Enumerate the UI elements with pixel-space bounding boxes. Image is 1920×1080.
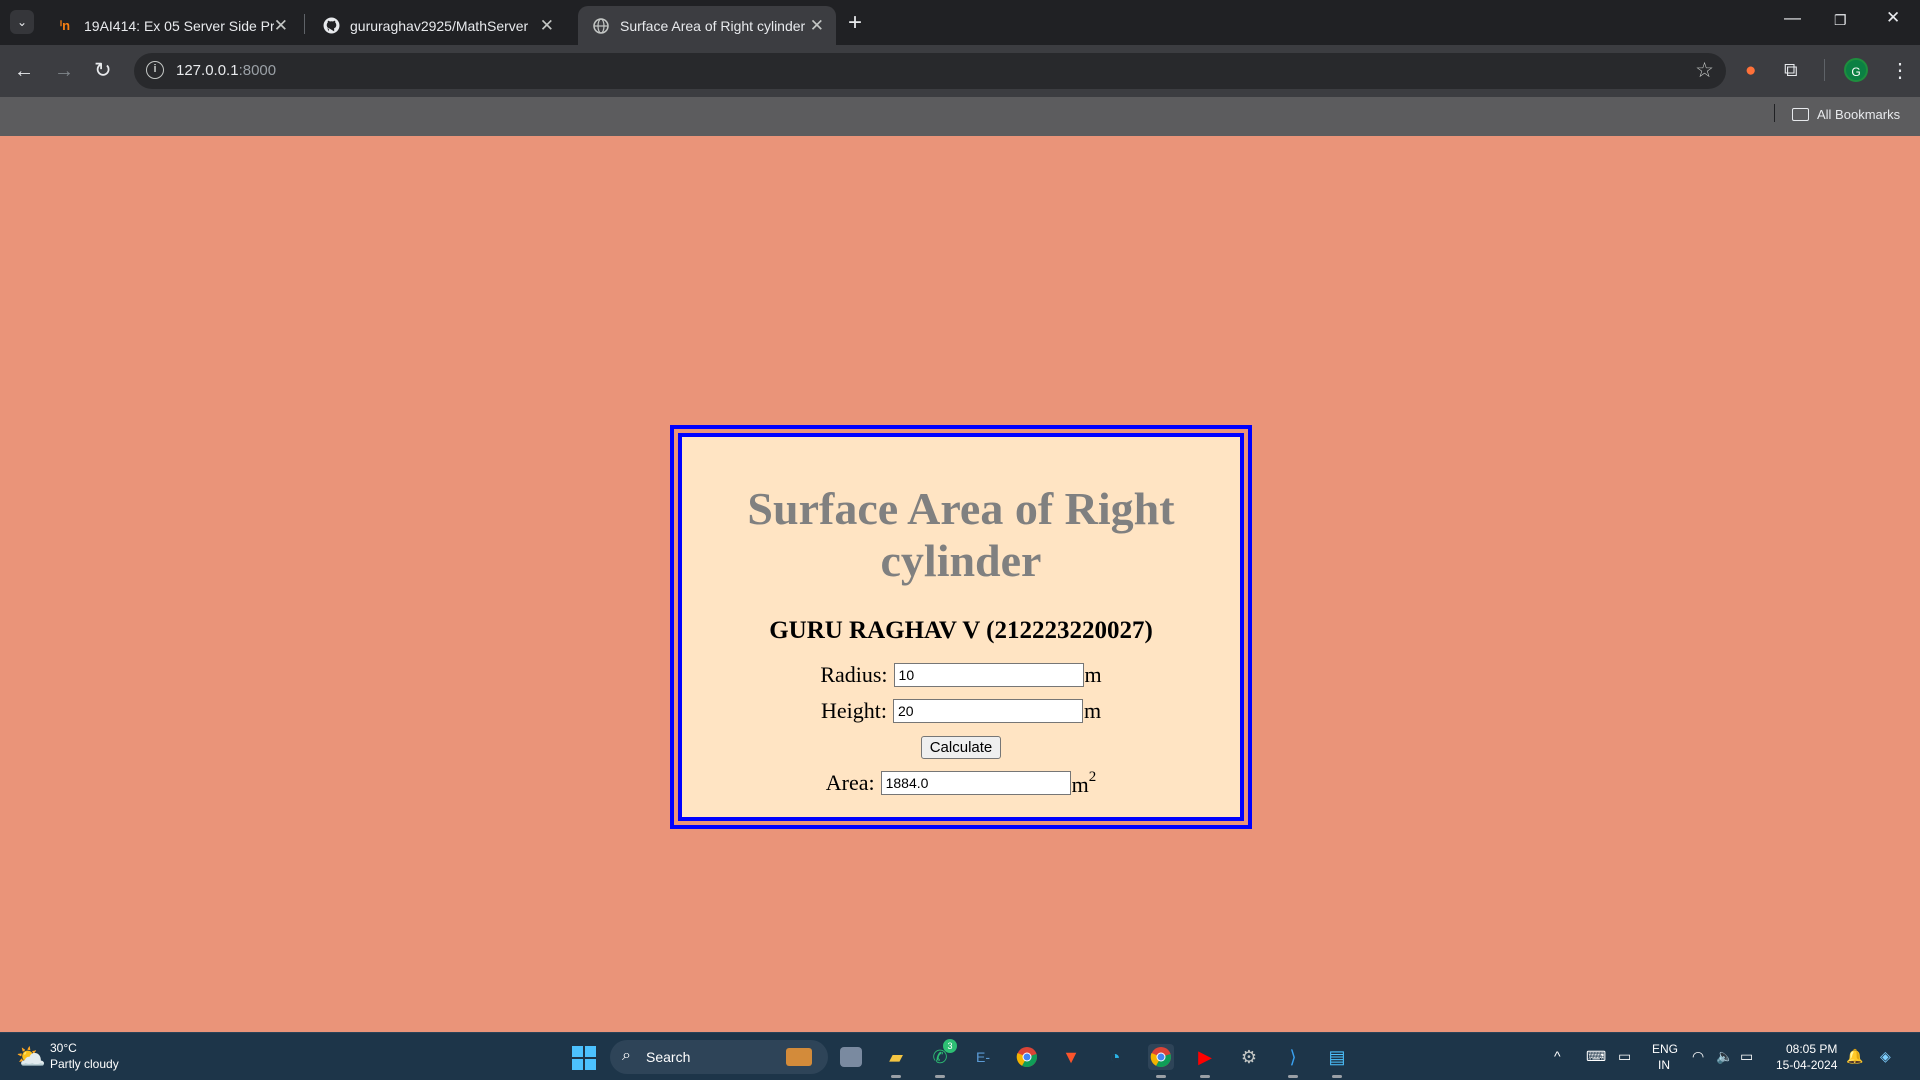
- file-explorer-icon[interactable]: ▰: [883, 1044, 909, 1078]
- area-output[interactable]: [880, 771, 1071, 795]
- profile-avatar[interactable]: G: [1844, 58, 1868, 82]
- tab-github[interactable]: gururaghav2925/MathServer ✕: [308, 6, 566, 45]
- volume-icon[interactable]: 🔈: [1716, 1048, 1733, 1065]
- notepad-icon[interactable]: ▤: [1324, 1044, 1350, 1078]
- tab-title: 19AI414: Ex 05 Server Side Proc: [84, 17, 274, 34]
- battery-icon[interactable]: ▭: [1740, 1048, 1753, 1065]
- radius-input[interactable]: [893, 663, 1084, 687]
- close-icon[interactable]: ✕: [810, 16, 824, 36]
- page-title: Surface Area of Right cylinder: [747, 483, 1175, 586]
- tab-surface-area[interactable]: Surface Area of Right cylinder ✕: [578, 6, 836, 45]
- clock-time[interactable]: 08:05 PM: [1786, 1042, 1837, 1056]
- globe-icon: [592, 17, 610, 35]
- notification-bell-icon[interactable]: 🔔: [1846, 1048, 1863, 1065]
- keyboard-icon[interactable]: ⌨: [1586, 1048, 1606, 1065]
- close-window-icon[interactable]: ✕: [1886, 8, 1900, 28]
- windows-taskbar: ⛅ 30°C Partly cloudy ⌕ Search ▰ ✆ 3 E- ▼ …: [0, 1032, 1920, 1080]
- language-indicator[interactable]: ENG: [1652, 1042, 1678, 1056]
- browser-toolbar: ← → ↻ i 127.0.0.1:8000 ☆ ● ⧉ G ⋮: [0, 45, 1920, 97]
- all-bookmarks-label: All Bookmarks: [1817, 107, 1901, 122]
- close-icon[interactable]: ✕: [274, 16, 288, 36]
- calculator-card-outer: Surface Area of Right cylinder GURU RAGH…: [670, 425, 1252, 829]
- toolbar-divider: [1824, 59, 1825, 81]
- moodle-icon: ⁱn: [59, 17, 71, 33]
- search-highlight-icon: [786, 1048, 812, 1066]
- forward-arrow-icon[interactable]: →: [54, 58, 74, 84]
- puzzle-extensions-icon[interactable]: ⧉: [1784, 59, 1798, 83]
- search-icon: ⌕: [622, 1047, 631, 1064]
- task-view-icon[interactable]: [840, 1047, 862, 1067]
- address-port: :8000: [238, 62, 277, 79]
- whatsapp-icon[interactable]: ✆ 3: [927, 1039, 957, 1078]
- search-label: Search: [646, 1049, 691, 1065]
- form: Radius: m Height: m Calculate Area: m2: [682, 661, 1240, 797]
- area-row: Area: m2: [682, 769, 1240, 797]
- wifi-icon[interactable]: ◠: [1692, 1048, 1704, 1065]
- copilot-icon[interactable]: ◈: [1880, 1048, 1891, 1065]
- bookmarks-divider: [1774, 104, 1775, 122]
- address-host: 127.0.0.1: [176, 62, 239, 79]
- brave-icon[interactable]: ▼: [1058, 1044, 1084, 1070]
- weather-temp[interactable]: 30°C: [50, 1041, 77, 1055]
- settings-gear-icon[interactable]: ⚙: [1236, 1044, 1262, 1070]
- weather-desc[interactable]: Partly cloudy: [50, 1057, 119, 1071]
- weather-partly-cloudy-icon[interactable]: ⛅: [16, 1043, 46, 1072]
- calculator-card: Surface Area of Right cylinder GURU RAGH…: [678, 433, 1244, 821]
- area-label: Area:: [825, 770, 875, 795]
- tab-title: Surface Area of Right cylinder: [620, 17, 806, 34]
- new-tab-button[interactable]: +: [848, 9, 862, 37]
- menu-kebab-icon[interactable]: ⋮: [1890, 59, 1910, 83]
- app-icon[interactable]: E-: [970, 1044, 996, 1070]
- bookmarks-bar: All Bookmarks: [0, 97, 1920, 136]
- back-arrow-icon[interactable]: ←: [14, 58, 34, 84]
- height-label: Height:: [820, 698, 887, 723]
- tab-moodle[interactable]: ⁱn 19AI414: Ex 05 Server Side Proc ✕: [42, 6, 300, 45]
- button-row: Calculate: [682, 733, 1240, 761]
- github-icon: [322, 17, 340, 35]
- clock-date[interactable]: 15-04-2024: [1776, 1058, 1837, 1072]
- height-unit: m: [1083, 698, 1102, 723]
- student-name: GURU RAGHAV V (212223220027): [769, 617, 1153, 644]
- whatsapp-badge: 3: [943, 1039, 957, 1053]
- all-bookmarks-button[interactable]: All Bookmarks: [1792, 107, 1900, 122]
- tab-separator: [304, 14, 305, 34]
- edge-icon[interactable]: ◔: [1102, 1044, 1128, 1070]
- windows-start-icon[interactable]: [572, 1046, 596, 1070]
- height-row: Height: m: [682, 697, 1240, 725]
- tab-search-button[interactable]: ⌄: [10, 10, 34, 34]
- radius-unit: m: [1084, 662, 1102, 687]
- display-icon[interactable]: ▭: [1618, 1048, 1631, 1065]
- restore-icon[interactable]: ❐: [1834, 12, 1847, 29]
- chevron-up-icon[interactable]: ^: [1554, 1048, 1561, 1064]
- chrome-icon[interactable]: [1014, 1044, 1040, 1070]
- area-unit-exponent: 2: [1088, 768, 1097, 785]
- region-indicator[interactable]: IN: [1658, 1058, 1670, 1072]
- minimize-icon[interactable]: —: [1784, 8, 1801, 28]
- area-unit-base: m: [1071, 771, 1089, 797]
- tab-strip: ⌄ ⁱn 19AI414: Ex 05 Server Side Proc ✕ g…: [0, 0, 1920, 45]
- folder-icon: [1792, 108, 1809, 121]
- tab-title: gururaghav2925/MathServer: [350, 17, 529, 34]
- close-icon[interactable]: ✕: [540, 16, 554, 36]
- page-content: Surface Area of Right cylinder GURU RAGH…: [0, 136, 1920, 1032]
- radius-label: Radius:: [820, 662, 888, 687]
- calculate-button[interactable]: Calculate: [920, 735, 1002, 759]
- reload-icon[interactable]: ↻: [94, 58, 112, 84]
- height-input[interactable]: [892, 699, 1083, 723]
- address-url[interactable]: 127.0.0.1:8000: [176, 62, 276, 79]
- area-unit: m2: [1072, 769, 1097, 798]
- extension-icon[interactable]: ●: [1745, 59, 1756, 83]
- address-bar[interactable]: i 127.0.0.1:8000 ☆: [134, 53, 1726, 89]
- site-info-icon[interactable]: i: [146, 61, 164, 79]
- vscode-icon[interactable]: ⟩: [1280, 1044, 1306, 1078]
- radius-row: Radius: m: [682, 661, 1240, 689]
- bookmark-star-icon[interactable]: ☆: [1695, 58, 1714, 83]
- chrome-profile-icon[interactable]: [1148, 1044, 1174, 1078]
- taskbar-search[interactable]: ⌕ Search: [610, 1040, 828, 1074]
- youtube-icon[interactable]: ▶: [1192, 1044, 1218, 1078]
